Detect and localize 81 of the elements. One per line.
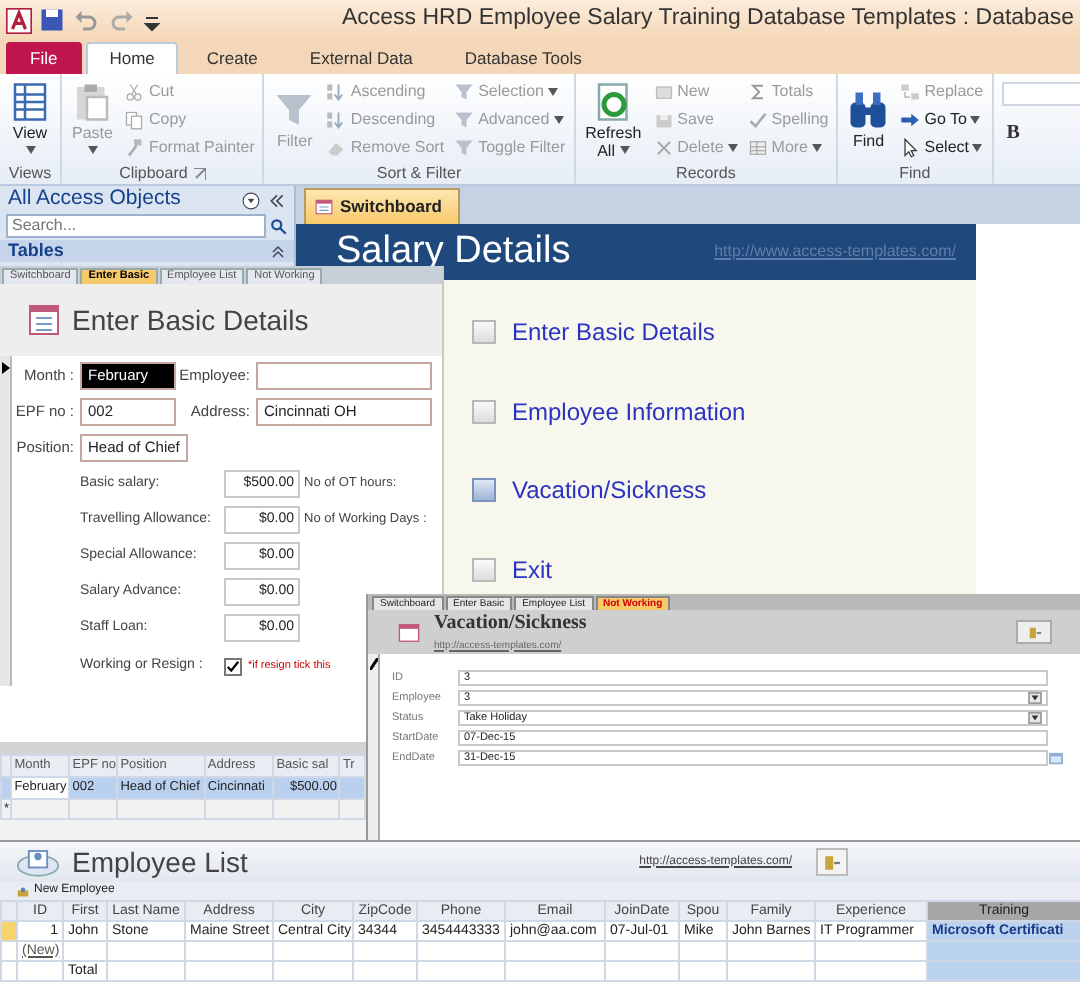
ribbon-button[interactable]: Refresh All xyxy=(581,78,646,162)
calendar-icon xyxy=(1048,751,1064,765)
dropdown-arrow-icon xyxy=(1028,712,1042,724)
record-pointer-icon xyxy=(1,362,9,374)
menu-button[interactable] xyxy=(472,478,496,503)
menu-button[interactable] xyxy=(472,319,496,344)
table-icon xyxy=(747,137,768,157)
ribbon-tab[interactable]: External Data xyxy=(285,42,437,74)
form-icon xyxy=(28,304,60,336)
row-selector[interactable] xyxy=(1,776,12,798)
replace-icon xyxy=(900,81,921,101)
group-label: Views xyxy=(8,161,52,184)
menu-item-label[interactable]: Vacation/Sickness xyxy=(512,472,707,509)
form-icon xyxy=(396,621,422,643)
sort-icon xyxy=(326,109,347,129)
search-field[interactable]: Search... xyxy=(6,214,266,238)
binoculars-icon xyxy=(848,90,889,130)
door-icon xyxy=(1025,625,1043,639)
clipboard-icon xyxy=(72,81,113,121)
person-icon xyxy=(16,885,30,897)
checkbox[interactable] xyxy=(224,657,242,675)
funnel-icon xyxy=(454,109,475,129)
app-logo-icon xyxy=(6,7,32,33)
contact-card-icon xyxy=(16,846,60,878)
check-icon xyxy=(226,659,240,673)
menu-item-label[interactable]: Employee Information xyxy=(512,393,746,430)
collapse-chevrons-icon xyxy=(268,191,286,209)
close-form-button[interactable] xyxy=(816,848,848,876)
sigma-icon xyxy=(747,81,768,101)
window-title: Access HRD Employee Salary Training Database Templates : Database xyxy=(341,4,1074,35)
ribbon-tab[interactable]: Create xyxy=(182,42,282,74)
form-title: Salary Details xyxy=(336,227,571,276)
form-title: Vacation/Sickness xyxy=(434,613,587,633)
collapse-icon xyxy=(270,243,286,259)
dropdown-arrow-icon xyxy=(1028,692,1042,704)
form-title: Enter Basic Details xyxy=(72,301,309,339)
refresh-icon xyxy=(593,81,634,121)
ribbon-tab[interactable]: Database Tools xyxy=(440,42,606,74)
menu-item-label[interactable]: Enter Basic Details xyxy=(512,313,715,350)
group-label: Records xyxy=(676,161,736,184)
menu-button[interactable] xyxy=(472,399,496,424)
ribbon-button[interactable]: Go To xyxy=(898,106,986,132)
funnel-icon xyxy=(454,81,475,101)
form-title: Employee List xyxy=(72,843,248,882)
door-icon xyxy=(822,853,842,871)
ribbon-button[interactable]: Select xyxy=(898,134,986,160)
undo-icon xyxy=(72,8,100,32)
document-tab[interactable]: Switchboard xyxy=(304,188,461,224)
checkmark-icon xyxy=(747,109,768,129)
ribbon-button[interactable]: Find xyxy=(844,78,893,162)
menu-button[interactable] xyxy=(472,558,496,583)
brush-icon xyxy=(124,137,145,157)
copy-icon xyxy=(124,109,145,129)
ribbon-button[interactable]: View xyxy=(6,78,54,162)
group-label: Sort & Filter xyxy=(376,161,462,184)
delete-icon xyxy=(653,137,674,157)
save-icon xyxy=(40,8,64,32)
redo-icon xyxy=(108,8,136,32)
sort-icon xyxy=(326,81,347,101)
grid-icon xyxy=(10,81,50,121)
arrow-icon xyxy=(900,109,921,129)
form-icon xyxy=(314,198,334,217)
close-form-button[interactable] xyxy=(1016,620,1052,644)
record-pencil-icon xyxy=(369,658,377,670)
pane-title: All Access Objects xyxy=(8,186,181,215)
funnel-icon xyxy=(454,137,475,157)
document-icon xyxy=(653,81,674,101)
group-label: Find xyxy=(899,161,931,184)
group-label: Clipboard xyxy=(119,161,188,184)
font-name-field[interactable] xyxy=(1001,82,1080,106)
funnel-icon xyxy=(274,90,315,130)
file-menu-tab[interactable]: File xyxy=(6,42,82,74)
search-icon xyxy=(270,217,288,235)
cursor-icon xyxy=(900,137,921,157)
input-field[interactable] xyxy=(256,362,432,390)
scissors-icon xyxy=(124,81,145,101)
menu-item-label[interactable]: Exit xyxy=(512,552,553,589)
row-selector[interactable] xyxy=(1,921,17,941)
dropdown-circle-icon xyxy=(242,191,260,209)
bold-button[interactable]: B xyxy=(1001,118,1026,148)
ribbon-tab[interactable]: Home xyxy=(85,42,179,74)
